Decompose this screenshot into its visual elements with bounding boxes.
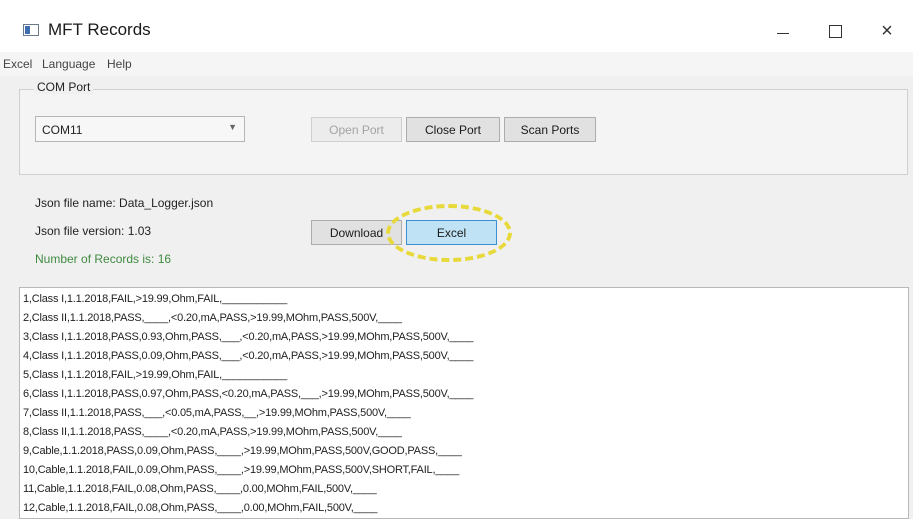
menu-excel[interactable]: Excel [3, 57, 32, 71]
list-item[interactable]: 11,Cable,1.1.2018,FAIL,0.08,Ohm,PASS,___… [23, 483, 377, 495]
chevron-down-icon: ▼ [228, 122, 237, 132]
maximize-button[interactable] [812, 10, 858, 52]
list-item[interactable]: 9,Cable,1.1.2018,PASS,0.09,Ohm,PASS,____… [23, 445, 462, 457]
close-port-button[interactable]: Close Port [406, 117, 500, 142]
download-button[interactable]: Download [311, 220, 402, 245]
list-item[interactable]: 12,Cable,1.1.2018,FAIL,0.08,Ohm,PASS,___… [23, 502, 378, 514]
list-item[interactable]: 10,Cable,1.1.2018,FAIL,0.09,Ohm,PASS,___… [23, 464, 459, 476]
open-port-button[interactable]: Open Port [311, 117, 402, 142]
list-item[interactable]: 1,Class I,1.1.2018,FAIL,>19.99,Ohm,FAIL,… [23, 293, 287, 305]
list-item[interactable]: 4,Class I,1.1.2018,PASS,0.09,Ohm,PASS,__… [23, 350, 473, 362]
com-port-group-label: COM Port [34, 80, 94, 94]
main-window: MFT Records × Excel Language Help COM Po… [0, 0, 913, 519]
list-item[interactable]: 2,Class II,1.1.2018,PASS,____,<0.20,mA,P… [23, 312, 402, 324]
records-list[interactable]: 1,Class I,1.1.2018,FAIL,>19.99,Ohm,FAIL,… [19, 287, 909, 519]
menu-language[interactable]: Language [42, 57, 95, 71]
app-icon [23, 24, 39, 36]
minimize-button[interactable] [760, 10, 806, 52]
records-count: Number of Records is: 16 [35, 252, 172, 266]
list-item[interactable]: 5,Class I,1.1.2018,FAIL,>19.99,Ohm,FAIL,… [23, 369, 287, 381]
com-port-value: COM11 [42, 123, 83, 137]
com-port-select[interactable]: COM11 ▼ [35, 116, 245, 142]
maximize-icon [828, 24, 842, 38]
window-title: MFT Records [48, 20, 151, 39]
excel-button[interactable]: Excel [406, 220, 497, 245]
list-item[interactable]: 6,Class I,1.1.2018,PASS,0.97,Ohm,PASS,<0… [23, 388, 473, 400]
list-item[interactable]: 3,Class I,1.1.2018,PASS,0.93,Ohm,PASS,__… [23, 331, 473, 343]
list-item[interactable]: 7,Class II,1.1.2018,PASS,___,<0.05,mA,PA… [23, 407, 411, 419]
title-bar[interactable]: MFT Records × [0, 0, 913, 52]
menu-help[interactable]: Help [107, 57, 132, 71]
json-file-name: Json file name: Data_Logger.json [35, 196, 214, 210]
list-item[interactable]: 8,Class II,1.1.2018,PASS,____,<0.20,mA,P… [23, 426, 402, 438]
menu-bar: Excel Language Help [0, 52, 913, 76]
minimize-icon [777, 32, 789, 34]
json-file-version: Json file version: 1.03 [35, 224, 152, 238]
scan-ports-button[interactable]: Scan Ports [504, 117, 596, 142]
close-icon: × [881, 20, 893, 42]
close-button[interactable]: × [864, 10, 910, 52]
